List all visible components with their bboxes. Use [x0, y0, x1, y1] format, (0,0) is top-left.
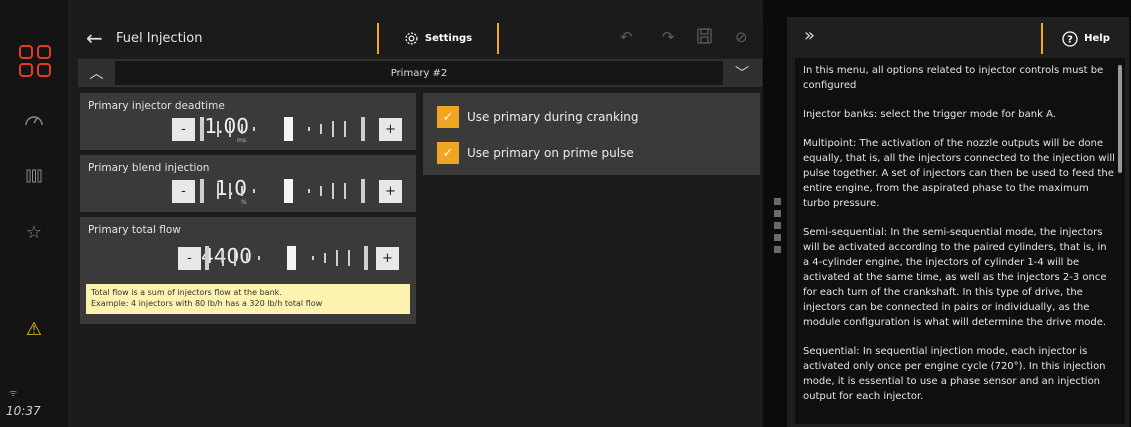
field-value[interactable]: 4400 [102, 244, 252, 268]
gear-icon [405, 32, 418, 45]
redo-icon[interactable]: ↷ [662, 28, 675, 46]
decrement-button[interactable]: - [172, 180, 195, 203]
help-button[interactable]: ? Help [1041, 23, 1129, 54]
help-paragraph: Semi-sequential: In the semi-sequential … [803, 227, 1107, 328]
clock: 10:37 [6, 404, 41, 418]
page-title: Fuel Injection [116, 31, 203, 46]
info-line: Example: 4 injectors with 80 lb/h has a … [91, 299, 323, 308]
field-total-flow: Primary total flow 4400 - + Total flow i… [80, 217, 416, 324]
question-circle-icon: ? [1062, 30, 1078, 47]
collapse-panel-icon[interactable]: » [804, 25, 815, 46]
field-deadtime: Primary injector deadtime 1.00 ms - + [80, 93, 416, 150]
decrement-button[interactable]: - [172, 118, 195, 141]
disable-icon[interactable]: ⊘ [735, 28, 748, 46]
help-text: In this menu, all options related to inj… [803, 63, 1115, 418]
left-nav: ☆ ⚠ ᯤ 10:37 [0, 0, 68, 427]
help-paragraph: Sequential: In sequential injection mode… [803, 346, 1106, 402]
settings-button[interactable]: Settings [377, 23, 499, 54]
increment-button[interactable]: + [379, 180, 402, 203]
help-label: Help [1084, 33, 1110, 44]
decrement-button[interactable]: - [178, 247, 201, 270]
undo-icon[interactable]: ↶ [620, 28, 633, 46]
chevron-down-icon[interactable]: ﹀ [727, 61, 757, 85]
star-icon[interactable]: ☆ [18, 216, 50, 248]
field-blend: Primary blend injection 1.0 % - + [80, 155, 416, 212]
settings-label: Settings [424, 33, 473, 44]
field-unit: ms [237, 137, 246, 144]
field-unit: % [241, 199, 247, 206]
info-line: Total flow is a sum of injectors flow at… [91, 288, 282, 297]
info-note: Total flow is a sum of injectors flow at… [86, 284, 410, 314]
field-label: Primary injector deadtime [88, 100, 225, 112]
chevron-up-icon[interactable]: ︿ [80, 61, 113, 85]
field-label: Primary total flow [88, 224, 181, 236]
checkbox-label: Use primary during cranking [467, 110, 639, 124]
back-arrow-icon[interactable]: ← [86, 26, 103, 50]
checkbox-prime-pulse[interactable]: ✓ [437, 142, 459, 164]
options-panel [423, 93, 760, 175]
help-paragraph: Multipoint: The activation of the nozzle… [803, 138, 1115, 209]
field-label: Primary blend injection [88, 162, 210, 174]
bank-select[interactable]: Primary #2 [115, 61, 723, 85]
increment-button[interactable]: + [376, 247, 399, 270]
svg-text:?: ? [1067, 34, 1073, 45]
checkbox-label: Use primary on prime pulse [467, 146, 634, 160]
increment-button[interactable]: + [379, 118, 402, 141]
warning-icon[interactable]: ⚠ [18, 313, 50, 345]
dashboard-logo-icon[interactable] [19, 45, 55, 81]
help-scrollbar[interactable] [1118, 65, 1122, 173]
injectors-icon[interactable] [18, 160, 50, 192]
gauge-icon[interactable] [18, 104, 50, 136]
checkbox-cranking[interactable]: ✓ [437, 106, 459, 128]
save-icon[interactable] [697, 28, 712, 48]
help-paragraph: In this menu, all options related to inj… [803, 65, 1104, 91]
wifi-icon: ᯤ [9, 389, 18, 399]
help-paragraph: Injector banks: select the trigger mode … [803, 109, 1056, 120]
